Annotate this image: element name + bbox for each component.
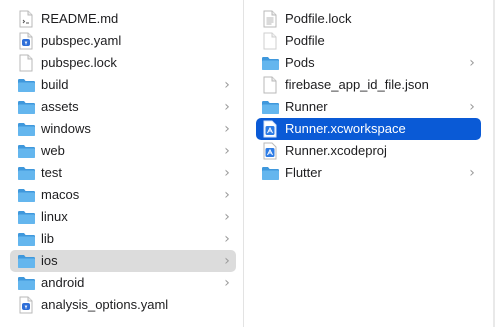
item-label: firebase_app_id_file.json: [285, 77, 429, 92]
chevron-right-icon: ›: [224, 275, 230, 291]
folder-icon: [16, 75, 36, 95]
chevron-right-icon: ›: [224, 121, 230, 137]
folder-icon: [16, 207, 36, 227]
document-icon: [16, 9, 36, 29]
folder-icon: [260, 97, 280, 117]
list-item-runner-xcodeproj[interactable]: Runner.xcodeproj: [256, 140, 481, 162]
list-item-test[interactable]: test ›: [10, 162, 236, 184]
list-item-macos[interactable]: macos ›: [10, 184, 236, 206]
folder-icon: [16, 119, 36, 139]
list-item-linux[interactable]: linux ›: [10, 206, 236, 228]
chevron-right-icon: ›: [224, 77, 230, 93]
folder-icon: [16, 185, 36, 205]
list-item-android[interactable]: android ›: [10, 272, 236, 294]
document-icon: [260, 31, 280, 51]
list-item-pubspec-lock[interactable]: pubspec.lock: [10, 52, 236, 74]
chevron-right-icon: ›: [469, 99, 475, 115]
item-label: analysis_options.yaml: [41, 297, 169, 312]
chevron-right-icon: ›: [469, 55, 475, 71]
list-item-web[interactable]: web ›: [10, 140, 236, 162]
item-label: Runner: [285, 99, 328, 114]
item-label: Podfile: [285, 33, 325, 48]
list-item-runner-xcworkspace[interactable]: Runner.xcworkspace: [256, 118, 481, 140]
item-label: pubspec.yaml: [41, 33, 122, 48]
folder-icon: [16, 273, 36, 293]
item-label: Runner.xcodeproj: [285, 143, 387, 158]
chevron-right-icon: ›: [224, 143, 230, 159]
item-label: lib: [41, 231, 55, 246]
item-label: macos: [41, 187, 80, 202]
document-lines-icon: [260, 9, 280, 29]
item-label: ios: [41, 253, 58, 268]
list-item-podfile[interactable]: Podfile: [256, 30, 481, 52]
item-label: windows: [41, 121, 91, 136]
folder-icon: [260, 53, 280, 73]
list-item-windows[interactable]: windows ›: [10, 118, 236, 140]
list-item-pods[interactable]: Pods ›: [256, 52, 481, 74]
folder-icon: [16, 163, 36, 183]
chevron-right-icon: ›: [224, 99, 230, 115]
chevron-right-icon: ›: [224, 253, 230, 269]
list-item-pubspec-yaml[interactable]: pubspec.yaml: [10, 30, 236, 52]
folder-icon: [16, 229, 36, 249]
item-label: README.md: [41, 11, 119, 26]
list-item-analysis-options[interactable]: analysis_options.yaml: [10, 294, 236, 316]
folder-icon: [16, 97, 36, 117]
list-item-ios[interactable]: ios ›: [10, 250, 236, 272]
chevron-right-icon: ›: [224, 187, 230, 203]
folder-icon: [16, 141, 36, 161]
chevron-right-icon: ›: [224, 209, 230, 225]
chevron-right-icon: ›: [224, 165, 230, 181]
list-item-podfile-lock[interactable]: Podfile.lock: [256, 8, 481, 30]
list-item-readme[interactable]: README.md: [10, 8, 236, 30]
item-label: Pods: [285, 55, 315, 70]
item-label: Flutter: [285, 165, 322, 180]
chevron-right-icon: ›: [224, 231, 230, 247]
list-item-flutter[interactable]: Flutter ›: [256, 162, 481, 184]
finder-column-browser: README.md pubspec.yaml pubspec.lock buil…: [0, 0, 495, 327]
item-label: web: [41, 143, 65, 158]
yaml-file-icon: [16, 295, 36, 315]
folder-icon: [260, 163, 280, 183]
list-item-runner[interactable]: Runner ›: [256, 96, 481, 118]
list-item-lib[interactable]: lib ›: [10, 228, 236, 250]
item-label: Runner.xcworkspace: [285, 121, 406, 136]
item-label: build: [41, 77, 69, 92]
item-label: Podfile.lock: [285, 11, 352, 26]
document-icon: [260, 75, 280, 95]
item-label: pubspec.lock: [41, 55, 117, 70]
item-label: linux: [41, 209, 68, 224]
column-ios[interactable]: Podfile.lock Podfile Pods › firebase_app…: [244, 0, 495, 327]
column-project-root[interactable]: README.md pubspec.yaml pubspec.lock buil…: [0, 0, 244, 327]
folder-icon: [16, 251, 36, 271]
xcode-workspace-icon: [260, 119, 280, 139]
chevron-right-icon: ›: [469, 165, 475, 181]
document-icon: [16, 53, 36, 73]
item-label: test: [41, 165, 62, 180]
list-item-assets[interactable]: assets ›: [10, 96, 236, 118]
yaml-file-icon: [16, 31, 36, 51]
list-item-build[interactable]: build ›: [10, 74, 236, 96]
list-item-firebase-json[interactable]: firebase_app_id_file.json: [256, 74, 481, 96]
xcode-project-icon: [260, 141, 280, 161]
item-label: assets: [41, 99, 79, 114]
item-label: android: [41, 275, 85, 290]
